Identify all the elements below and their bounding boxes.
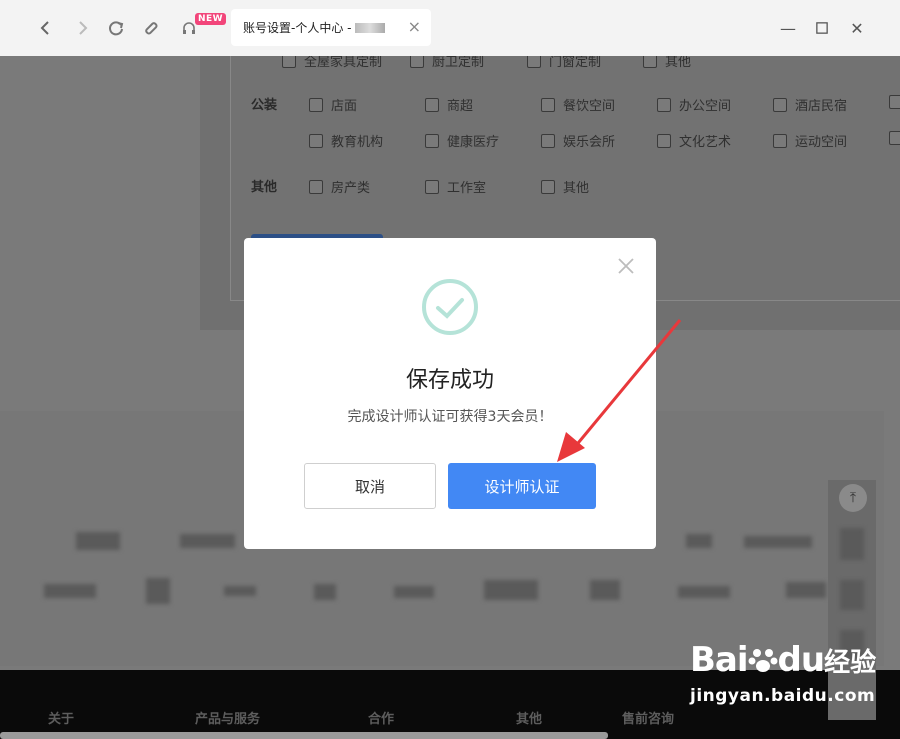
save-success-dialog: 保存成功 完成设计师认证可获得3天会员！ 取消 设计师认证 [244,238,656,549]
checkbox[interactable] [657,133,671,148]
checkbox[interactable] [309,97,323,112]
option-real-estate[interactable]: 房产类 [309,177,370,196]
browser-toolbar: NEW 账号设置-个人中心 - × — ✕ [0,0,900,56]
tab-title-blurred [355,22,386,33]
option-sports[interactable]: 运动空间 [773,131,847,150]
back-to-top-icon[interactable]: ⤒ [839,484,867,512]
paw-icon [748,645,778,675]
option-other[interactable]: 其他 [541,177,589,196]
option-restaurant[interactable]: 餐饮空间 [541,95,615,114]
footer-link-cooperation[interactable]: 合作 [368,708,394,727]
checkbox[interactable] [425,133,439,148]
option-entertainment[interactable]: 娱乐会所 [541,131,615,150]
success-check-icon [421,278,479,336]
blurred-logo [224,586,256,596]
checkbox[interactable] [541,179,555,194]
blurred-logo [76,532,120,550]
option-cutoff-2[interactable] [889,131,900,145]
option-mall[interactable]: 商超 [425,95,473,114]
blurred-logo [786,582,826,598]
tab-title: 账号设置-个人中心 - [243,21,352,35]
blurred-logo [678,586,730,598]
forward-icon[interactable] [70,16,94,40]
extension-icon[interactable] [139,16,163,40]
option-education[interactable]: 教育机构 [309,131,383,150]
refresh-icon[interactable] [104,16,128,40]
watermark-logo-suffix: du [777,640,826,680]
horizontal-scrollbar[interactable] [0,732,608,739]
option-healthcare[interactable]: 健康医疗 [425,131,499,150]
option-office[interactable]: 办公空间 [657,95,731,114]
maximize-icon[interactable] [810,16,834,40]
option-store[interactable]: 店面 [309,95,357,114]
blurred-logo [744,536,812,548]
option-hotel[interactable]: 酒店民宿 [773,95,847,114]
watermark-brand: 经验 [824,648,877,678]
new-badge: NEW [195,13,227,25]
checkbox[interactable] [425,97,439,112]
baidu-watermark: Bai du经验 jingyan.baidu.com [690,640,877,706]
blurred-logo [484,580,538,600]
side-tool-icon[interactable] [840,528,864,560]
checkbox[interactable] [773,97,787,112]
watermark-logo-prefix: Bai [690,640,749,680]
cancel-button[interactable]: 取消 [304,463,436,509]
blurred-logo [180,534,235,548]
footer-link-other[interactable]: 其他 [516,708,542,727]
dialog-message: 完成设计师认证可获得3天会员！ [347,409,553,425]
group-label-commercial: 公装 [251,98,278,113]
tab-close-icon[interactable]: × [408,18,421,36]
checkbox[interactable] [889,131,900,145]
side-toolbar [828,480,876,720]
close-window-icon[interactable]: ✕ [845,16,869,40]
blurred-logo [394,586,434,598]
dialog-title: 保存成功 [405,368,494,393]
side-tool-icon[interactable] [840,580,864,610]
group-label-other: 其他 [251,180,278,195]
blurred-logo [44,584,96,598]
minimize-icon[interactable]: — [776,16,800,40]
browser-tab-active[interactable]: 账号设置-个人中心 - × [231,9,431,46]
option-culture[interactable]: 文化艺术 [657,131,731,150]
checkbox[interactable] [541,133,555,148]
checkbox[interactable] [309,133,323,148]
footer-link-products[interactable]: 产品与服务 [195,708,260,727]
blurred-logo [590,580,620,600]
blurred-logo [314,584,336,600]
watermark-url: jingyan.baidu.com [690,686,876,706]
blurred-logo [146,578,170,604]
checkbox[interactable] [773,133,787,148]
checkbox[interactable] [541,97,555,112]
footer-link-about[interactable]: 关于 [48,708,74,727]
blurred-logo [686,534,712,548]
checkbox[interactable] [425,179,439,194]
checkbox[interactable] [889,95,900,109]
footer-link-presales[interactable]: 售前咨询 [622,708,674,727]
checkbox[interactable] [309,179,323,194]
option-studio[interactable]: 工作室 [425,177,486,196]
designer-certification-button[interactable]: 设计师认证 [448,463,596,509]
checkbox[interactable] [657,97,671,112]
dialog-close-icon[interactable] [616,256,636,276]
option-cutoff[interactable] [889,95,900,109]
back-icon[interactable] [34,16,58,40]
